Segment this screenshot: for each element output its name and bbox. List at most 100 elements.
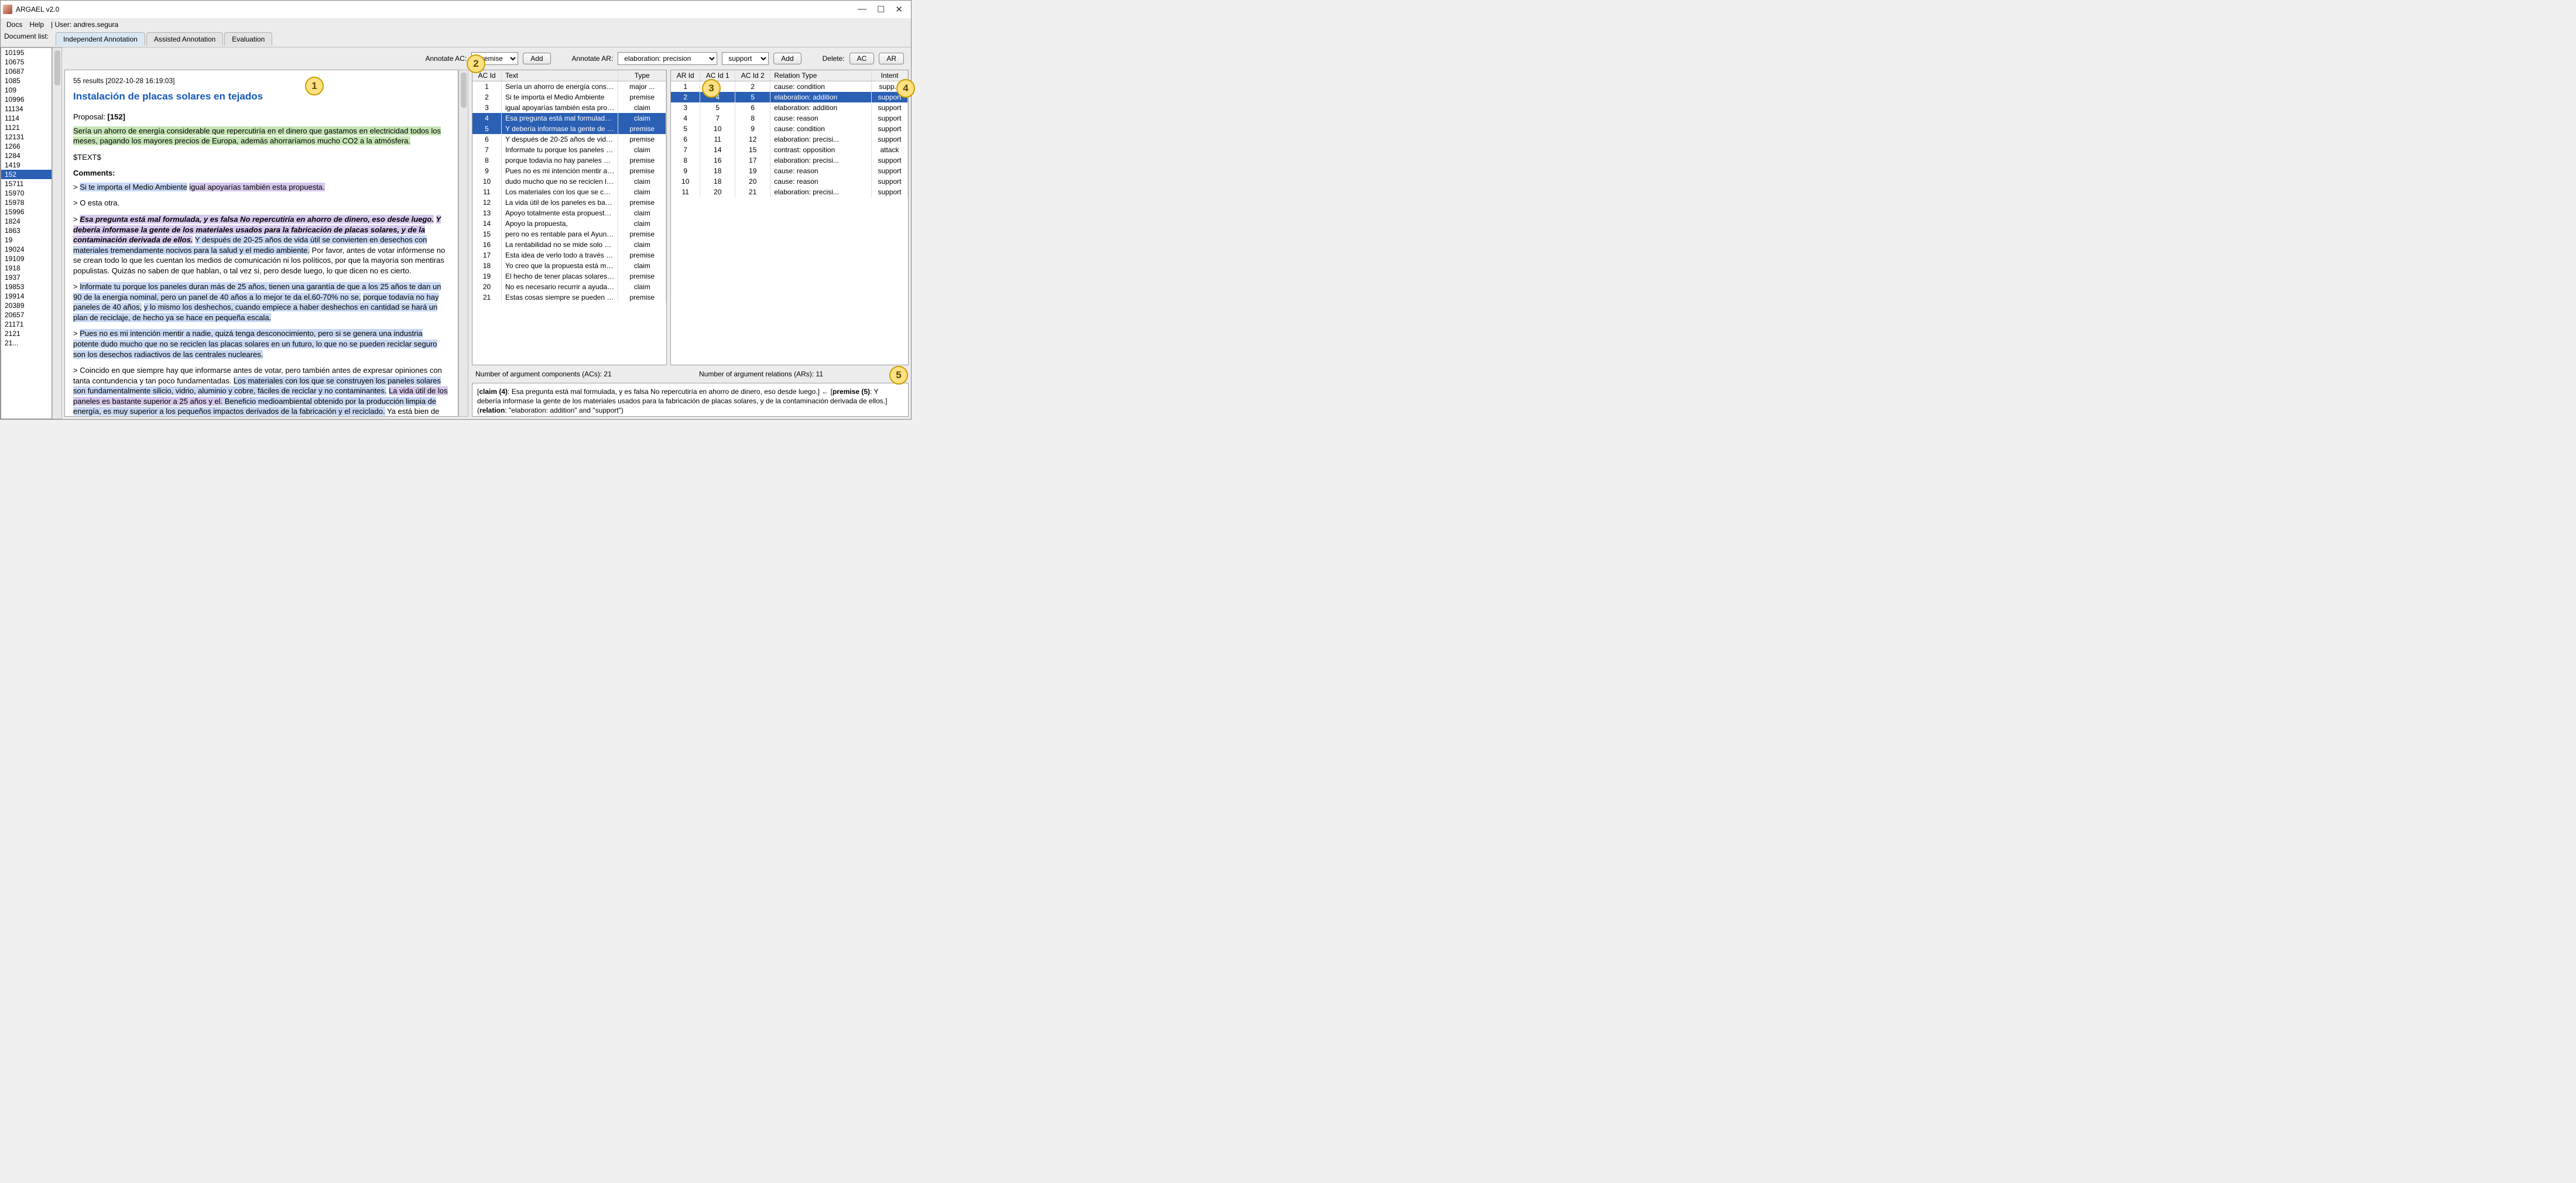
results-stamp: 55 results [2022-10-28 16:19:03] xyxy=(73,76,450,85)
document-row[interactable]: 1284 xyxy=(1,151,52,160)
document-list-scrollbar[interactable] xyxy=(52,47,62,419)
document-row[interactable]: 1918 xyxy=(1,263,52,273)
ar-row[interactable]: 71415contrast: oppositionattack xyxy=(671,145,908,155)
document-row[interactable]: 21171 xyxy=(1,320,52,329)
document-row[interactable]: 19914 xyxy=(1,292,52,301)
document-row[interactable]: 20657 xyxy=(1,310,52,320)
document-row[interactable]: 1085 xyxy=(1,76,52,85)
document-row[interactable]: 2121 xyxy=(1,329,52,338)
menu-help[interactable]: Help xyxy=(29,20,44,29)
ac-row[interactable]: 3igual apoyarías también esta prop...cla… xyxy=(472,102,666,113)
close-icon[interactable]: ✕ xyxy=(895,4,903,15)
ar-relation-select[interactable]: elaboration: precision xyxy=(618,52,717,65)
delete-ar-button[interactable]: AR xyxy=(879,53,904,64)
ac-row[interactable]: 18Yo creo que la propuesta está mal ...c… xyxy=(472,260,666,271)
document-row[interactable]: 11134 xyxy=(1,104,52,114)
ac-row[interactable]: 19El hecho de tener placas solares e...p… xyxy=(472,271,666,282)
document-row[interactable]: 12131 xyxy=(1,132,52,142)
ar-row[interactable]: 61112elaboration: precisi...support xyxy=(671,134,908,145)
document-row[interactable]: 1419 xyxy=(1,160,52,170)
callout-1: 1 xyxy=(305,77,324,95)
ac-row[interactable]: 20No es necesario recurrir a ayudas ...c… xyxy=(472,282,666,292)
document-row[interactable]: 19853 xyxy=(1,282,52,292)
ac-row[interactable]: 13Apoyo totalmente esta propuesta y ...c… xyxy=(472,208,666,218)
document-row[interactable]: 21... xyxy=(1,338,52,348)
document-row[interactable]: 10675 xyxy=(1,57,52,67)
menu-bar: Docs Help User: andres.segura xyxy=(1,18,911,31)
document-row[interactable]: 1824 xyxy=(1,217,52,226)
callout-5: 5 xyxy=(889,366,908,385)
maximize-icon[interactable]: ☐ xyxy=(877,4,885,15)
document-row[interactable]: 19 xyxy=(1,235,52,245)
document-row[interactable]: 15996 xyxy=(1,207,52,217)
document-row[interactable]: 20389 xyxy=(1,301,52,310)
ac-row[interactable]: 15pero no es rentable para el Ayunta...p… xyxy=(472,229,666,239)
ar-row[interactable]: 5109cause: conditionsupport xyxy=(671,124,908,134)
ac-row[interactable]: 4Esa pregunta está mal formulada, ...cla… xyxy=(472,113,666,124)
ar-row[interactable]: 356elaboration: additionsupport xyxy=(671,102,908,113)
ac-row[interactable]: 11Los materiales con los que se con...cl… xyxy=(472,187,666,197)
add-ar-button[interactable]: Add xyxy=(773,53,801,64)
ac-row[interactable]: 7Informate tu porque los paneles du...cl… xyxy=(472,145,666,155)
results-box[interactable]: 55 results [2022-10-28 16:19:03] Instala… xyxy=(64,70,458,417)
ac-row[interactable]: 12La vida útil de los paneles es bast...… xyxy=(472,197,666,208)
ac-row[interactable]: 8porque todavía no hay paneles de ...pre… xyxy=(472,155,666,166)
document-row[interactable]: 15711 xyxy=(1,179,52,188)
document-row[interactable]: 152 xyxy=(1,170,52,179)
comment-2: > O esta otra. xyxy=(73,198,450,208)
ar-count: Number of argument relations (ARs): 11 xyxy=(699,370,905,378)
document-row[interactable]: 1937 xyxy=(1,273,52,282)
ar-intent-select[interactable]: support xyxy=(722,52,769,65)
document-row[interactable]: 1121 xyxy=(1,123,52,132)
scroll-thumb[interactable] xyxy=(461,73,467,108)
document-row[interactable]: 15970 xyxy=(1,188,52,198)
ac-row[interactable]: 2Si te importa el Medio Ambientepremise xyxy=(472,92,666,102)
menu-docs[interactable]: Docs xyxy=(6,20,22,29)
ar-row[interactable]: 101820cause: reasonsupport xyxy=(671,176,908,187)
comments-header: Comments: xyxy=(73,168,450,179)
ac-row[interactable]: 1Sería un ahorro de energía consid...maj… xyxy=(472,81,666,92)
ac-row[interactable]: 21Estas cosas siempre se pueden p...prem… xyxy=(472,292,666,303)
ac-row[interactable]: 9Pues no es mi intención mentir a n...pr… xyxy=(472,166,666,176)
ac-row[interactable]: 14Apoyo la propuesta,claim xyxy=(472,218,666,229)
ar-header-ac1: AC Id 1 xyxy=(700,70,735,81)
ac-header-text: Text xyxy=(502,70,618,81)
delete-label: Delete: xyxy=(823,54,845,63)
results-scrollbar[interactable] xyxy=(458,70,468,417)
document-row[interactable]: 19109 xyxy=(1,254,52,263)
tables-row: AC Id Text Type 1Sería un ahorro de ener… xyxy=(472,70,909,365)
tab[interactable]: Evaluation xyxy=(224,32,272,46)
document-row[interactable]: 19024 xyxy=(1,245,52,254)
document-row[interactable]: 1266 xyxy=(1,142,52,151)
ac-row[interactable]: 6Y después de 20-25 años de vida ...prem… xyxy=(472,134,666,145)
ar-table[interactable]: AR Id AC Id 1 AC Id 2 Relation Type Inte… xyxy=(670,70,909,365)
work-area: 55 results [2022-10-28 16:19:03] Instala… xyxy=(64,70,909,417)
document-row[interactable]: 10687 xyxy=(1,67,52,76)
document-row[interactable]: 1114 xyxy=(1,114,52,123)
ar-row[interactable]: 478cause: reasonsupport xyxy=(671,113,908,124)
document-row[interactable]: 15978 xyxy=(1,198,52,207)
add-ac-button[interactable]: Add xyxy=(523,53,550,64)
ac-row[interactable]: 5Y debería informase la gente de lo...pr… xyxy=(472,124,666,134)
annotate-ac-label: Annotate AC: xyxy=(425,54,467,63)
scroll-thumb[interactable] xyxy=(54,50,60,85)
ac-table[interactable]: AC Id Text Type 1Sería un ahorro de ener… xyxy=(472,70,667,365)
document-list[interactable]: 1019510675106871085109109961113411141121… xyxy=(1,47,52,419)
top-strip: Document list: Independent AnnotationAss… xyxy=(1,31,911,47)
tab[interactable]: Independent Annotation xyxy=(56,32,145,46)
tab[interactable]: Assisted Annotation xyxy=(146,32,223,46)
ac-row[interactable]: 10dudo mucho que no se reciclen la...cla… xyxy=(472,176,666,187)
ar-row[interactable]: 91819cause: reasonsupport xyxy=(671,166,908,176)
minimize-icon[interactable]: — xyxy=(858,4,866,15)
ar-row[interactable]: 112021elaboration: precisi...support xyxy=(671,187,908,197)
document-row[interactable]: 10996 xyxy=(1,95,52,104)
ac-row[interactable]: 16La rentabilidad no se mide solo en...c… xyxy=(472,239,666,250)
comment-6: > Coincido en que siempre hay que inform… xyxy=(73,365,450,417)
document-row[interactable]: 109 xyxy=(1,85,52,95)
delete-ac-button[interactable]: AC xyxy=(849,53,875,64)
document-row[interactable]: 1863 xyxy=(1,226,52,235)
ar-row[interactable]: 81617elaboration: precisi...support xyxy=(671,155,908,166)
ac-row[interactable]: 17Esta idea de verlo todo a través de ..… xyxy=(472,250,666,260)
callout-2: 2 xyxy=(467,54,485,73)
document-row[interactable]: 10195 xyxy=(1,48,52,57)
